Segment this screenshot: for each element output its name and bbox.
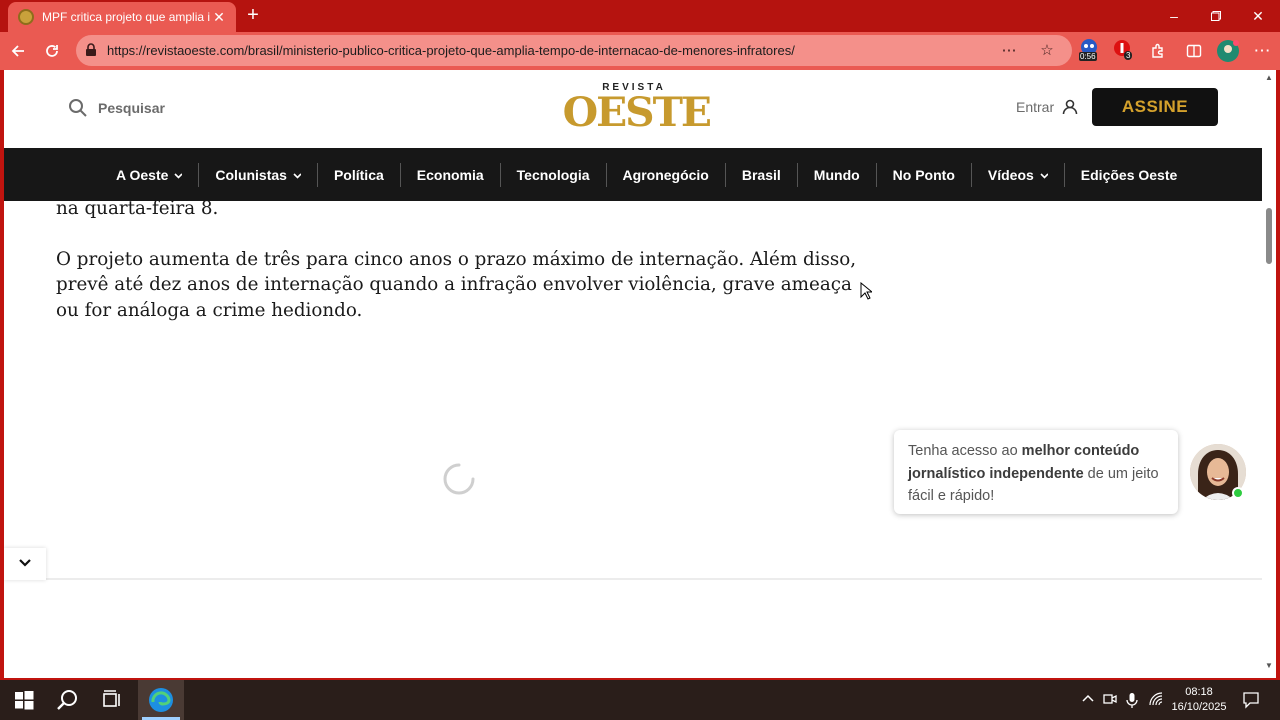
page-scrollbar[interactable]: ▲ ▼ bbox=[1262, 70, 1276, 678]
nav-item-label: Colunistas bbox=[215, 166, 287, 183]
nav-item-a-oeste[interactable]: A Oeste bbox=[100, 163, 198, 187]
clock-time: 08:18 bbox=[1185, 686, 1213, 698]
close-window-button[interactable]: ✕ bbox=[1244, 4, 1272, 28]
new-tab-button[interactable]: + bbox=[242, 5, 264, 27]
logo-main-text: OESTE bbox=[562, 89, 712, 136]
nav-item-mundo[interactable]: Mundo bbox=[796, 162, 876, 187]
close-tab-icon[interactable]: ✕ bbox=[210, 8, 228, 26]
search-label: Pesquisar bbox=[98, 100, 165, 116]
settings-menu-icon[interactable]: ⋯ bbox=[1250, 39, 1274, 63]
browser-tab-bar: MPF critica projeto que amplia int ✕ + –… bbox=[0, 0, 1280, 32]
nav-item-label: A Oeste bbox=[116, 166, 169, 183]
maximize-button[interactable] bbox=[1202, 4, 1230, 28]
lock-icon bbox=[86, 43, 96, 56]
windows-taskbar: 08:18 16/10/2025 bbox=[0, 680, 1280, 720]
edge-browser-icon bbox=[149, 688, 173, 712]
collapse-toggle-button[interactable] bbox=[4, 548, 46, 580]
online-status-indicator bbox=[1232, 487, 1244, 499]
nav-item-no-ponto[interactable]: No Ponto bbox=[875, 162, 971, 187]
login-label: Entrar bbox=[1016, 99, 1055, 115]
notifications-icon[interactable] bbox=[1242, 691, 1260, 709]
minimize-button[interactable]: – bbox=[1160, 4, 1188, 28]
mouse-cursor-icon bbox=[860, 282, 872, 300]
back-button[interactable] bbox=[6, 39, 30, 63]
search-taskbar-icon[interactable] bbox=[56, 688, 80, 712]
search-icon bbox=[69, 99, 87, 117]
search-button[interactable]: Pesquisar bbox=[68, 98, 165, 118]
extension-timer-icon[interactable]: 0:56 bbox=[1078, 38, 1100, 61]
content-divider bbox=[46, 578, 1262, 580]
nav-list: A Oeste Colunistas Política Economia Tecnolo… bbox=[100, 148, 1193, 201]
edge-taskbar-button[interactable] bbox=[138, 680, 184, 720]
scroll-up-arrow-icon[interactable]: ▲ bbox=[1265, 74, 1273, 82]
chat-text-before: Tenha acesso ao bbox=[908, 443, 1022, 459]
nav-item-economia[interactable]: Economia bbox=[399, 162, 500, 187]
favorite-star-icon[interactable]: ☆ bbox=[1036, 40, 1058, 62]
show-hidden-icons-chevron-icon[interactable] bbox=[1080, 692, 1096, 708]
chevron-down-icon bbox=[293, 172, 301, 179]
article-paragraph: O projeto aumenta de três para cinco ano… bbox=[56, 248, 857, 321]
nav-item-tecnologia[interactable]: Tecnologia bbox=[499, 162, 606, 187]
nav-item-label: Brasil bbox=[741, 166, 781, 183]
nav-item-label: Política bbox=[333, 166, 384, 183]
windows-start-icon[interactable] bbox=[12, 688, 36, 712]
nav-item-label: Tecnologia bbox=[516, 166, 590, 183]
nav-item-edicoes-oeste[interactable]: Edições Oeste bbox=[1063, 162, 1194, 187]
task-view-icon[interactable] bbox=[100, 688, 124, 712]
microphone-icon[interactable] bbox=[1124, 692, 1140, 708]
scrollbar-thumb[interactable] bbox=[1266, 208, 1272, 264]
site-favicon-icon bbox=[18, 9, 34, 25]
url-text: https://revistaoeste.com/brasil/minister… bbox=[107, 43, 795, 58]
system-clock[interactable]: 08:18 16/10/2025 bbox=[1166, 685, 1232, 715]
article-body: na quarta-feira 8. O projeto aumenta de … bbox=[56, 196, 876, 348]
address-bar[interactable]: https://revistaoeste.com/brasil/minister… bbox=[76, 35, 1072, 66]
login-button[interactable]: Entrar bbox=[1016, 99, 1078, 115]
nav-item-videos[interactable]: Vídeos bbox=[970, 162, 1064, 187]
chevron-down-icon bbox=[1040, 172, 1048, 179]
loading-spinner-icon bbox=[443, 463, 475, 495]
page-viewport: na quarta-feira 8. O projeto aumenta de … bbox=[4, 70, 1262, 678]
subscribe-button[interactable]: ASSINE bbox=[1092, 88, 1218, 126]
nav-item-label: No Ponto bbox=[892, 166, 955, 183]
main-navigation: A Oeste Colunistas Política Economia Tecnolo… bbox=[4, 148, 1262, 201]
more-options-icon[interactable]: ⋯ bbox=[998, 40, 1020, 62]
refresh-button[interactable] bbox=[40, 39, 64, 63]
nav-item-agronegocio[interactable]: Agronegócio bbox=[605, 162, 725, 187]
site-header: Pesquisar REVISTA OESTE Entrar ASSINE bbox=[4, 70, 1262, 148]
chevron-down-icon bbox=[19, 559, 31, 567]
nav-item-label: Vídeos bbox=[987, 166, 1034, 183]
chevron-down-icon bbox=[174, 172, 183, 179]
split-screen-icon[interactable] bbox=[1182, 39, 1206, 63]
extension-shield-icon[interactable]: 3 bbox=[1112, 38, 1134, 60]
tab-title: MPF critica projeto que amplia int bbox=[42, 10, 210, 24]
nav-item-colunistas[interactable]: Colunistas bbox=[198, 162, 317, 187]
meet-now-icon[interactable] bbox=[1102, 692, 1118, 708]
profile-avatar-icon[interactable] bbox=[1216, 39, 1240, 63]
extension-timer-badge: 0:56 bbox=[1079, 52, 1097, 61]
nav-item-label: Economia bbox=[416, 166, 484, 183]
clock-date: 16/10/2025 bbox=[1171, 701, 1227, 713]
browser-tab[interactable]: MPF critica projeto que amplia int ✕ bbox=[8, 2, 236, 32]
nav-item-label: Edições Oeste bbox=[1080, 166, 1178, 183]
extensions-puzzle-icon[interactable] bbox=[1146, 39, 1170, 63]
browser-toolbar: https://revistaoeste.com/brasil/minister… bbox=[0, 32, 1280, 70]
user-icon bbox=[1062, 99, 1078, 115]
nav-item-politica[interactable]: Política bbox=[316, 162, 400, 187]
nav-item-label: Agronegócio bbox=[622, 166, 709, 183]
chat-promo-bubble[interactable]: Tenha acesso ao melhor conteúdo jornalís… bbox=[894, 430, 1178, 514]
site-logo[interactable]: REVISTA OESTE bbox=[562, 82, 712, 136]
wifi-icon[interactable] bbox=[1148, 692, 1164, 708]
nav-item-brasil[interactable]: Brasil bbox=[724, 162, 797, 187]
scroll-down-arrow-icon[interactable]: ▼ bbox=[1265, 662, 1273, 670]
nav-item-label: Mundo bbox=[813, 166, 860, 183]
